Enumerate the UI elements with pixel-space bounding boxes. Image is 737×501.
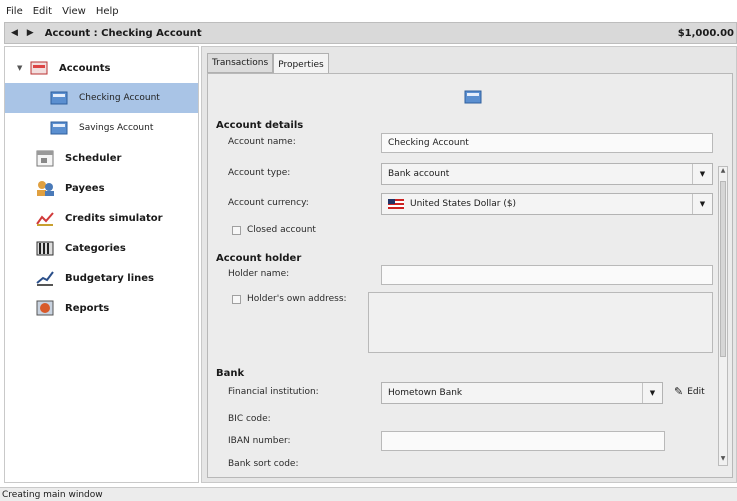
books-icon bbox=[35, 239, 55, 257]
holders-address-checkbox[interactable]: Holder's own address: bbox=[232, 294, 347, 304]
financial-institution-value: Hometown Bank bbox=[388, 388, 463, 398]
account-details-heading: Account details bbox=[216, 120, 304, 131]
account-type-select[interactable]: Bank account ▼ bbox=[381, 163, 713, 185]
sidebar-item-accounts[interactable]: ▼ Accounts bbox=[5, 53, 198, 83]
sidebar-item-label: Savings Account bbox=[79, 123, 154, 133]
account-content: Transactions Properties Account details … bbox=[201, 46, 737, 483]
sidebar-item-scheduler[interactable]: Scheduler bbox=[5, 143, 198, 173]
sidebar-item-label: Scheduler bbox=[65, 152, 122, 164]
iban-field[interactable] bbox=[381, 431, 665, 451]
pencil-icon: ✎ bbox=[674, 385, 684, 398]
tab-properties[interactable]: Properties bbox=[273, 53, 329, 75]
checkbox-box[interactable] bbox=[232, 225, 241, 235]
vertical-scrollbar[interactable]: ▲ ▼ bbox=[718, 166, 728, 466]
sidebar-item-categories[interactable]: Categories bbox=[5, 233, 198, 263]
bank-sort-code-label: Bank sort code: bbox=[228, 459, 299, 469]
account-holder-heading: Account holder bbox=[216, 253, 302, 264]
account-currency-value: United States Dollar ($) bbox=[410, 199, 517, 209]
account-currency-select[interactable]: United States Dollar ($) ▼ bbox=[381, 193, 713, 215]
sidebar-item-label: Payees bbox=[65, 182, 105, 194]
sidebar-item-credits-simulator[interactable]: Credits simulator bbox=[5, 203, 198, 233]
closed-account-checkbox[interactable]: Closed account bbox=[232, 225, 316, 235]
sidebar-item-label: Categories bbox=[65, 242, 126, 254]
scroll-up-icon[interactable]: ▲ bbox=[719, 167, 727, 177]
tab-transactions[interactable]: Transactions bbox=[207, 53, 274, 73]
sidebar: ▼ Accounts Checking Account Savings Acco… bbox=[4, 46, 199, 483]
sidebar-item-label: Credits simulator bbox=[65, 212, 163, 224]
sidebar-item-label: Budgetary lines bbox=[65, 272, 155, 284]
account-type-label: Account type: bbox=[228, 168, 291, 178]
account-type-value: Bank account bbox=[388, 169, 450, 179]
menu-view[interactable]: View bbox=[62, 6, 86, 17]
properties-panel: Account details Account name: Checking A… bbox=[207, 73, 733, 478]
nav-arrows-icon[interactable]: ◀ ▶ bbox=[11, 28, 37, 38]
account-balance: $1,000.00 bbox=[677, 27, 734, 39]
scroll-down-icon[interactable]: ▼ bbox=[719, 455, 727, 465]
bank-account-icon bbox=[463, 88, 483, 106]
chevron-down-icon[interactable]: ▼ bbox=[642, 383, 662, 403]
sidebar-item-budgetary-lines[interactable]: Budgetary lines bbox=[5, 263, 198, 293]
edit-bank-label: Edit bbox=[687, 386, 705, 397]
holder-name-field[interactable] bbox=[381, 265, 713, 285]
chevron-down-icon[interactable]: ▼ bbox=[692, 164, 712, 184]
sidebar-item-checking-account[interactable]: Checking Account bbox=[5, 83, 198, 113]
closed-account-label: Closed account bbox=[247, 225, 316, 235]
menu-bar: File Edit View Help bbox=[0, 0, 737, 22]
us-flag-icon bbox=[388, 199, 404, 209]
account-currency-label: Account currency: bbox=[228, 198, 309, 208]
account-name-field[interactable]: Checking Account bbox=[381, 133, 713, 153]
status-bar: Creating main window bbox=[0, 487, 737, 501]
holder-address-textarea[interactable] bbox=[368, 292, 713, 353]
people-icon bbox=[35, 179, 55, 197]
iban-label: IBAN number: bbox=[228, 436, 291, 446]
tab-bar: Transactions Properties bbox=[207, 53, 329, 75]
chevron-down-icon[interactable]: ▼ bbox=[692, 194, 712, 214]
sidebar-item-savings-account[interactable]: Savings Account bbox=[5, 113, 198, 143]
accounts-icon bbox=[29, 59, 49, 77]
account-header: ◀ ▶ Account : Checking Account $1,000.00 bbox=[4, 22, 737, 44]
menu-file[interactable]: File bbox=[6, 6, 23, 17]
collapse-arrow-icon[interactable]: ▼ bbox=[17, 64, 29, 72]
menu-edit[interactable]: Edit bbox=[33, 6, 52, 17]
account-title: Account : Checking Account bbox=[44, 27, 202, 39]
holder-name-label: Holder name: bbox=[228, 269, 290, 279]
sidebar-item-reports[interactable]: Reports bbox=[5, 293, 198, 323]
reports-icon bbox=[35, 299, 55, 317]
bank-account-icon bbox=[49, 89, 69, 107]
sidebar-item-label: Checking Account bbox=[79, 93, 160, 103]
chart-icon bbox=[35, 209, 55, 227]
scrollbar-thumb[interactable] bbox=[720, 181, 726, 357]
bank-account-icon bbox=[49, 119, 69, 137]
edit-bank-button[interactable]: ✎ Edit bbox=[674, 385, 705, 398]
checkbox-box[interactable] bbox=[232, 294, 241, 304]
budget-chart-icon bbox=[35, 269, 55, 287]
sidebar-item-label: Reports bbox=[65, 302, 110, 314]
bic-code-label: BIC code: bbox=[228, 414, 271, 424]
financial-institution-select[interactable]: Hometown Bank ▼ bbox=[381, 382, 663, 404]
sidebar-item-label: Accounts bbox=[59, 62, 111, 74]
sidebar-item-payees[interactable]: Payees bbox=[5, 173, 198, 203]
account-name-label: Account name: bbox=[228, 137, 296, 147]
menu-help[interactable]: Help bbox=[96, 6, 119, 17]
bank-heading: Bank bbox=[216, 368, 245, 379]
holders-address-label: Holder's own address: bbox=[247, 294, 347, 304]
financial-institution-label: Financial institution: bbox=[228, 387, 319, 397]
calendar-icon bbox=[35, 149, 55, 167]
